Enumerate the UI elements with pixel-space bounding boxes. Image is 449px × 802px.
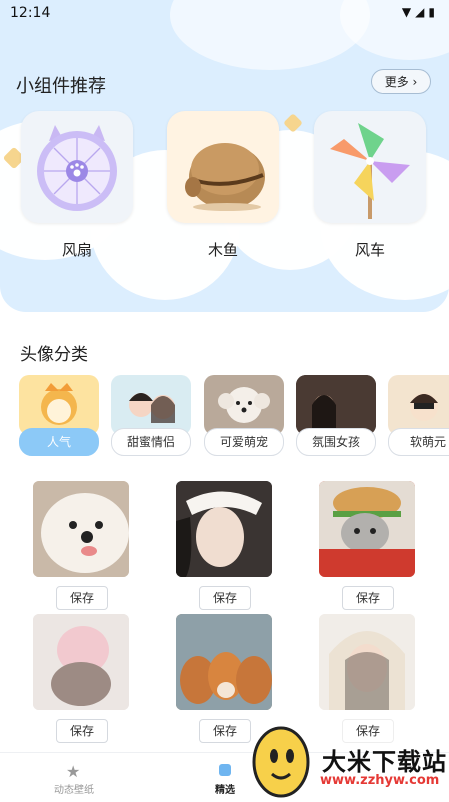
more-button[interactable]: 更多 › [371, 69, 431, 94]
widget-wooden-fish-card[interactable] [167, 111, 279, 223]
avatar-photo[interactable] [319, 614, 415, 710]
save-button[interactable]: 保存 [56, 586, 108, 610]
widget-pinwheel-label: 风车 [354, 241, 385, 259]
avatar-photo[interactable] [176, 614, 272, 710]
save-button[interactable]: 保存 [342, 586, 394, 610]
nav-item-live-wallpaper[interactable]: 动态壁纸 [34, 781, 114, 796]
avatar-photo[interactable] [33, 481, 129, 577]
category-image [111, 375, 191, 435]
hexagon-icon [219, 764, 231, 776]
category-image [388, 375, 449, 435]
fan-icon [37, 125, 117, 211]
category-item-couple[interactable]: 甜蜜情侣 [111, 375, 191, 457]
widget-pinwheel-card[interactable] [314, 111, 426, 223]
avatar-photo[interactable] [33, 614, 129, 710]
watermark-logo [250, 722, 312, 802]
category-label: 人气 [19, 428, 99, 456]
widget-fan-label: 风扇 [61, 241, 92, 259]
category-label: 软萌元 [388, 428, 449, 456]
battery-icon: ▮ [428, 5, 435, 19]
pinwheel-icon [330, 123, 410, 219]
widget-wooden-fish-label: 木鱼 [207, 241, 238, 259]
status-time: 12:14 [10, 5, 51, 21]
watermark-text: 大米下载站 [322, 748, 447, 776]
category-item-popular[interactable]: 人气 [19, 375, 99, 457]
widgets-title: 小组件推荐 [16, 76, 106, 97]
avatar-photo[interactable] [176, 481, 272, 577]
category-item-soft-cute[interactable]: 软萌元 [388, 375, 449, 457]
category-image [204, 375, 284, 435]
avatar-category-title: 头像分类 [20, 345, 88, 365]
save-button[interactable]: 保存 [199, 719, 251, 743]
avatar-photo[interactable] [319, 481, 415, 577]
widget-fan-card[interactable] [21, 111, 133, 223]
signal-icon: ◢ [415, 5, 425, 19]
category-item-vibe-girl[interactable]: 氛围女孩 [296, 375, 376, 457]
category-image [296, 375, 376, 435]
wooden-fish-icon [185, 143, 265, 211]
save-button[interactable]: 保存 [199, 586, 251, 610]
save-button[interactable]: 保存 [56, 719, 108, 743]
watermark-url: www.zzhyw.com [320, 773, 440, 788]
category-label: 氛围女孩 [296, 428, 376, 456]
star-icon: ★ [66, 762, 81, 781]
status-icons: ▼ ◢ ▮ [402, 5, 435, 19]
category-item-cute-pets[interactable]: 可爱萌宠 [204, 375, 284, 457]
wifi-icon: ▼ [401, 5, 412, 19]
category-image [19, 375, 99, 435]
category-label: 甜蜜情侣 [111, 428, 191, 456]
save-button[interactable]: 保存 [342, 719, 394, 743]
category-label: 可爱萌宠 [204, 428, 284, 456]
